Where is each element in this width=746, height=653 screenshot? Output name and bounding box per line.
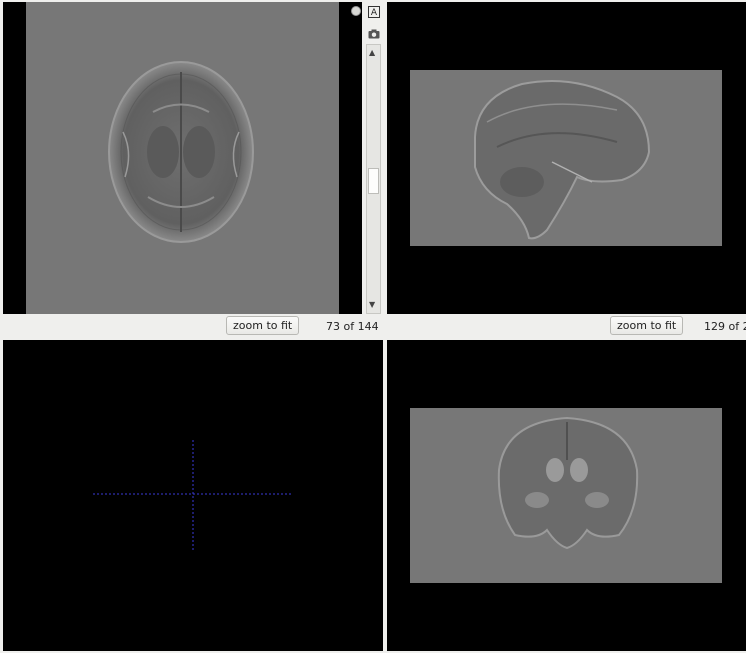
dropdown-icon[interactable] xyxy=(351,6,361,16)
axial-side-toolbar: A ▲ ▼ xyxy=(362,0,386,314)
sagittal-status-bar: zoom to fit 129 of 2 xyxy=(386,314,746,339)
camera-icon xyxy=(368,29,380,39)
snapshot-button[interactable] xyxy=(367,27,381,41)
axial-slice-scrollbar[interactable]: ▲ ▼ xyxy=(366,44,381,314)
sagittal-zoom-to-fit-button[interactable]: zoom to fit xyxy=(610,316,684,335)
sagittal-brain-slice xyxy=(474,79,651,240)
text-annotation-icon: A xyxy=(368,6,380,18)
crosshair-cursor xyxy=(93,440,293,550)
axial-slice-counter: 73 of 144 xyxy=(326,320,379,333)
axial-status-bar: zoom to fit 73 of 144 xyxy=(0,314,386,339)
scroll-down-arrow-icon[interactable]: ▼ xyxy=(369,300,375,310)
sagittal-slice-counter: 129 of 2 xyxy=(704,320,746,333)
coronal-brain-slice xyxy=(497,416,639,550)
render-3d-view[interactable] xyxy=(3,340,383,651)
scroll-up-arrow-icon[interactable]: ▲ xyxy=(369,48,375,58)
axial-view[interactable] xyxy=(3,2,362,314)
scrollbar-thumb[interactable] xyxy=(368,168,379,194)
coronal-view[interactable] xyxy=(387,340,746,651)
sagittal-view[interactable] xyxy=(387,2,746,314)
axial-zoom-to-fit-button[interactable]: zoom to fit xyxy=(226,316,300,335)
axial-brain-slice xyxy=(108,61,254,243)
text-annotation-button[interactable]: A xyxy=(367,5,381,19)
